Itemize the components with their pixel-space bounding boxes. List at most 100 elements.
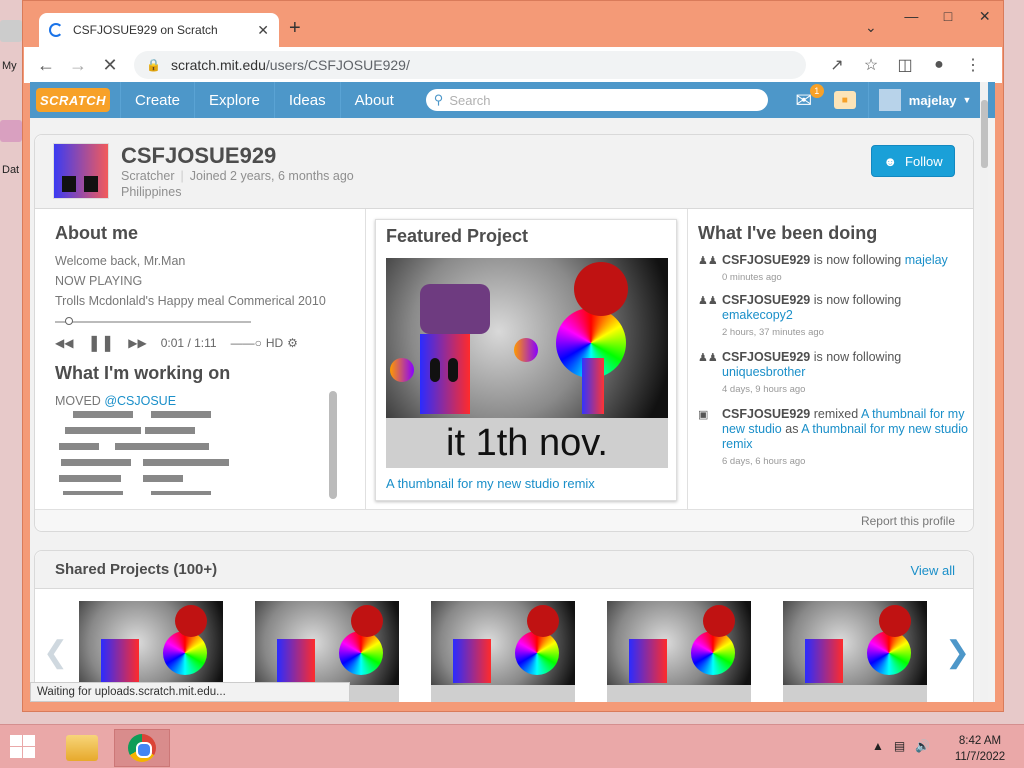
url-host: scratch.mit.edu — [170, 57, 266, 73]
activity-actor[interactable]: CSFJOSUE929 — [722, 293, 810, 307]
follow-button[interactable]: ☻ Follow — [871, 145, 955, 177]
share-icon[interactable]: ↗ — [820, 55, 854, 75]
start-tile — [10, 735, 22, 746]
activity-actor[interactable]: CSFJOSUE929 — [722, 253, 810, 267]
featured-project-thumbnail[interactable]: it 1th nov. — [386, 258, 668, 468]
address-bar[interactable]: 🔒 scratch.mit.edu/users/CSFJOSUE929/ — [134, 51, 806, 79]
side-panel-icon[interactable]: ◫ — [888, 55, 922, 75]
working-scrollbar[interactable] — [329, 391, 337, 499]
settings-gear-icon[interactable]: ⚙ — [287, 336, 298, 350]
messages-icon[interactable]: ✉ 1 — [790, 84, 824, 112]
desktop-icon-my[interactable] — [0, 20, 22, 42]
thumb-pole-shape — [582, 358, 604, 414]
project-thumbnail[interactable] — [607, 601, 751, 702]
scrollbar-thumb[interactable] — [981, 100, 988, 168]
page-viewport: SCRATCH Create Explore Ideas About ⚲ Sea… — [30, 82, 995, 702]
profile-username: CSFJOSUE929 — [121, 143, 277, 168]
chrome-taskbar-button[interactable] — [114, 729, 170, 767]
working-on-section: What I'm working on MOVED @CSJOSUE — [55, 363, 355, 408]
activity-item: ▣ CSFJOSUE929 remixed A thumbnail for my… — [698, 407, 968, 469]
view-all-link[interactable]: View all — [910, 563, 955, 578]
carousel-next-icon[interactable]: ❯ — [945, 635, 970, 670]
thumb-box-shape — [277, 639, 315, 683]
activity-verb: is now following — [810, 253, 905, 267]
profile-avatar — [53, 143, 109, 199]
featured-heading: Featured Project — [386, 226, 529, 246]
avatar — [878, 89, 901, 111]
thumb-ball-shape — [390, 358, 414, 382]
follow-users-icon: ♟♟ — [698, 255, 718, 267]
volume-slider-icon[interactable]: ——○ — [231, 336, 262, 350]
network-icon[interactable]: ▤ — [894, 739, 905, 753]
page-scrollbar[interactable] — [980, 82, 988, 702]
about-me-section: About me Welcome back, Mr.Man NOW PLAYIN… — [55, 223, 355, 308]
pause-icon[interactable]: ❚❚ — [87, 333, 114, 353]
progress-handle[interactable] — [65, 317, 73, 325]
new-tab-icon[interactable]: + — [289, 17, 301, 40]
volume-icon[interactable]: 🔊 — [915, 739, 930, 753]
tray-up-arrow-icon[interactable]: ▲ — [872, 739, 884, 753]
follow-users-icon: ♟♟ — [698, 352, 718, 364]
featured-project-link[interactable]: A thumbnail for my new studio remix — [386, 476, 595, 491]
about-heading: About me — [55, 223, 138, 243]
tab-search-chevron-icon[interactable]: ⌄ — [865, 19, 877, 36]
close-window-icon[interactable]: ✕ — [966, 1, 1004, 31]
desktop-icon-data[interactable] — [0, 120, 22, 142]
thumb-box-shape — [805, 639, 843, 683]
fast-forward-icon[interactable]: ▶▶ — [128, 336, 146, 350]
thumb-eye-shape — [430, 358, 440, 382]
nav-create[interactable]: Create — [120, 82, 194, 118]
thumb-caption-bar — [431, 685, 575, 702]
close-tab-icon[interactable]: ✕ — [257, 22, 269, 39]
profile-role-line: Scratcher | Joined 2 years, 6 months ago — [121, 169, 354, 183]
maximize-icon[interactable]: □ — [930, 1, 967, 31]
thumb-emblem-shape — [175, 605, 207, 637]
nav-ideas[interactable]: Ideas — [273, 82, 340, 118]
browser-tab[interactable]: CSFJOSUE929 on Scratch ✕ — [39, 13, 279, 47]
rewind-icon[interactable]: ◀◀ — [55, 336, 73, 350]
windows-start-icon[interactable] — [10, 735, 36, 759]
forward-arrow-icon[interactable]: → — [62, 55, 94, 76]
bookmark-star-icon[interactable]: ☆ — [854, 55, 888, 75]
back-arrow-icon[interactable]: ← — [30, 55, 62, 76]
report-profile-link[interactable]: Report this profile — [861, 514, 955, 528]
art-stroke — [115, 443, 145, 450]
art-stroke — [145, 443, 209, 450]
progress-track[interactable] — [55, 317, 251, 325]
art-stroke — [65, 427, 141, 434]
activity-actor[interactable]: CSFJOSUE929 — [722, 350, 810, 364]
nav-username: majelay — [908, 92, 957, 108]
user-menu[interactable]: majelay ▼ — [867, 82, 982, 118]
stop-loading-icon[interactable]: ✕ — [94, 55, 126, 76]
scratch-navbar: SCRATCH Create Explore Ideas About ⚲ Sea… — [30, 82, 995, 118]
activity-target[interactable]: uniquesbrother — [722, 365, 805, 379]
thumb-box-shape — [453, 639, 491, 683]
project-thumbnail[interactable] — [431, 601, 575, 702]
activity-time: 6 days, 6 hours ago — [722, 456, 806, 467]
thumb-emblem-shape — [527, 605, 559, 637]
carousel-prev-icon[interactable]: ❮ — [43, 635, 68, 670]
search-input[interactable]: ⚲ Search — [425, 89, 768, 111]
activity-verb: as — [781, 422, 802, 436]
file-explorer-taskbar-button[interactable] — [54, 729, 110, 767]
profile-avatar-icon[interactable]: ● — [922, 56, 956, 74]
nav-about[interactable]: About — [339, 82, 408, 118]
profile-country: Philippines — [121, 185, 182, 199]
menu-kebab-icon[interactable]: ⋮ — [956, 55, 990, 75]
my-stuff-folder-icon[interactable]: ■ — [833, 91, 856, 109]
activity-target[interactable]: emakecopy2 — [722, 308, 793, 322]
activity-actor[interactable]: CSFJOSUE929 — [722, 407, 810, 421]
chrome-icon — [128, 734, 156, 762]
profile-box: CSFJOSUE929 Scratcher | Joined 2 years, 6 … — [34, 134, 974, 532]
mention-link[interactable]: @CSJOSUE — [104, 394, 176, 408]
project-thumbnail[interactable] — [783, 601, 927, 702]
minimize-icon[interactable]: — — [893, 1, 930, 31]
working-text: MOVED @CSJOSUE — [55, 394, 355, 408]
about-line: Welcome back, Mr.Man — [55, 254, 186, 268]
desktop-icon-label: Dat — [2, 164, 20, 176]
follow-label: Follow — [905, 153, 943, 169]
scratch-logo[interactable]: SCRATCH — [36, 88, 110, 112]
activity-target[interactable]: majelay — [905, 253, 948, 267]
nav-explore[interactable]: Explore — [194, 82, 274, 118]
taskbar-clock[interactable]: 8:42 AM 11/7/2022 — [944, 733, 1016, 765]
